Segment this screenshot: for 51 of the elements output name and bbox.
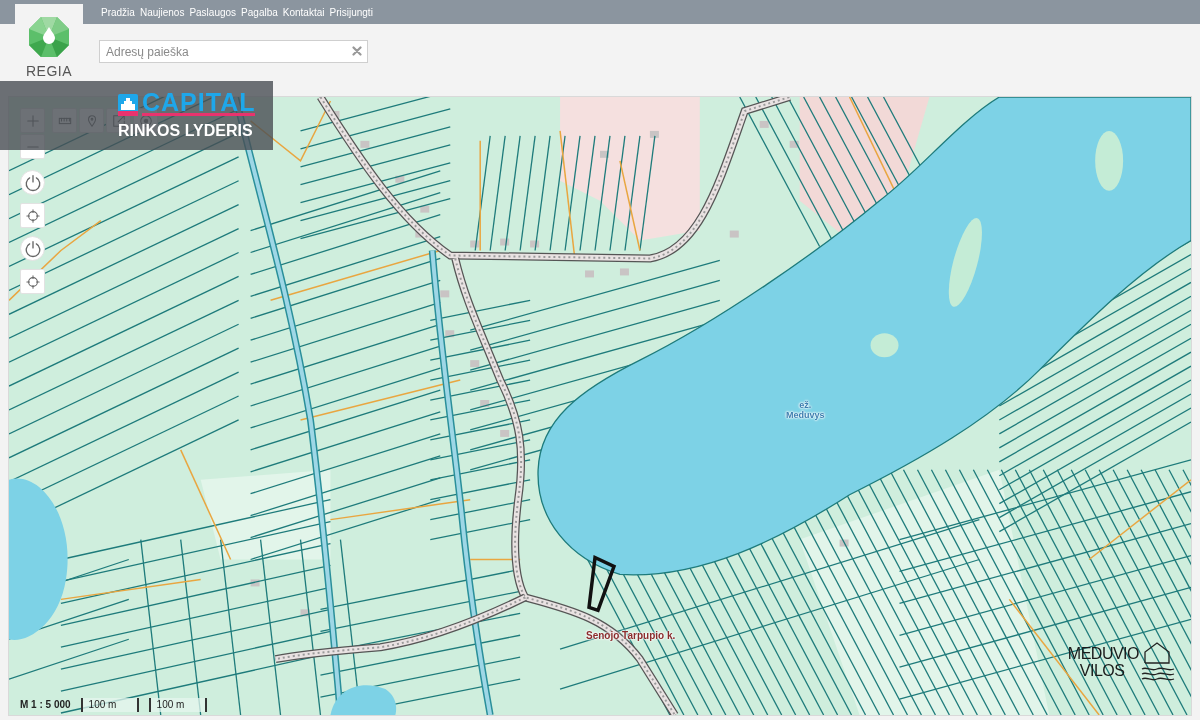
building-footprint	[530, 240, 540, 248]
nav-link[interactable]: Kontaktai	[282, 5, 325, 19]
building-footprint	[445, 330, 455, 338]
power-icon	[23, 239, 42, 258]
brand-name: CAPITAL	[142, 91, 256, 116]
crosshair-icon	[25, 274, 40, 289]
building-footprint	[360, 140, 370, 148]
building-footprint	[649, 130, 659, 138]
house-waves-icon	[1141, 641, 1175, 683]
building-icon	[118, 94, 138, 116]
plot-outline	[587, 554, 617, 613]
nav-link[interactable]: Paslaugos	[189, 5, 237, 19]
nav-link[interactable]: Pagalba	[241, 5, 278, 19]
locate-button[interactable]	[20, 203, 45, 228]
brand-tagline: RINKOS LYDERIS	[118, 122, 253, 140]
logo-icon	[28, 16, 70, 58]
pond-shape	[330, 685, 397, 715]
building-footprint	[759, 120, 769, 128]
close-icon[interactable]	[352, 46, 362, 56]
power-button[interactable]	[20, 170, 45, 195]
island-shape	[870, 333, 899, 358]
building-footprint	[300, 609, 310, 617]
building-footprint	[440, 290, 450, 298]
building-footprint	[619, 268, 629, 276]
lake-label: ež. Meduvys	[786, 400, 825, 421]
scale-bar: 100 m	[148, 698, 207, 712]
building-footprint	[395, 175, 405, 183]
building-footprint	[839, 539, 849, 547]
scale-bar: 100 m	[80, 698, 139, 712]
building-footprint	[420, 205, 430, 213]
building-footprint	[470, 240, 480, 248]
scale-ratio: M 1 : 5 000	[20, 698, 71, 712]
building-footprint	[500, 429, 510, 437]
building-footprint	[500, 238, 510, 246]
nav-link[interactable]: Naujienos	[139, 5, 185, 19]
locate-button[interactable]	[20, 269, 45, 294]
search-field[interactable]: Adresų paieška	[99, 40, 368, 63]
nav-link[interactable]: Pradžia	[101, 5, 135, 19]
building-footprint	[470, 360, 480, 368]
island-shape	[1095, 130, 1124, 191]
building-footprint	[600, 150, 609, 158]
building-footprint	[729, 230, 739, 238]
building-footprint	[480, 400, 490, 407]
building-footprint	[789, 140, 799, 148]
building-footprint	[250, 579, 260, 587]
logo-text: REGIA	[25, 63, 73, 79]
power-icon	[23, 173, 42, 192]
nav-link[interactable]: Prisijungti	[329, 5, 373, 19]
building-footprint	[585, 270, 594, 278]
power-button[interactable]	[20, 236, 45, 261]
crosshair-icon	[25, 208, 40, 223]
